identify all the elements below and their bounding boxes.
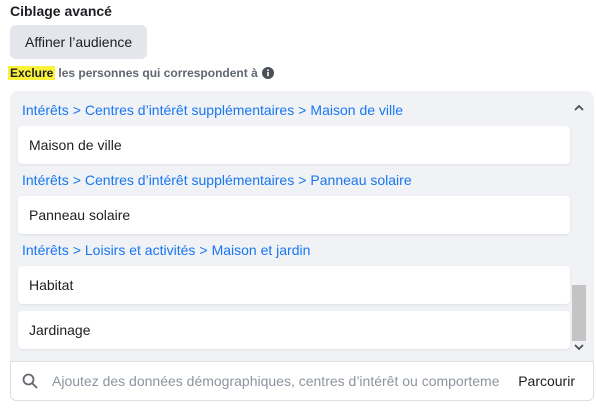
section-title: Ciblage avancé [10, 3, 112, 19]
exclude-label-row: Exclure les personnes qui correspondent … [8, 66, 274, 80]
info-icon[interactable] [261, 67, 274, 79]
excluded-targeting-list: Intérêts > Centres d’intérêt supplémenta… [10, 91, 594, 361]
path-segment[interactable]: Loisirs et activités [85, 242, 195, 258]
browse-button[interactable]: Parcourir [512, 372, 581, 390]
exclude-keyword: Exclure [8, 66, 56, 80]
targeting-item[interactable]: Jardinage [18, 311, 570, 349]
chevron-up-icon[interactable] [574, 103, 584, 111]
search-icon [22, 373, 38, 389]
path-segment[interactable]: Intérêts [22, 242, 69, 258]
exclude-description: les personnes qui correspondent à [58, 66, 258, 80]
targeting-item[interactable]: Maison de ville [18, 126, 570, 164]
path-segment[interactable]: Maison de ville [310, 102, 403, 118]
targeting-path: Intérêts > Loisirs et activités > Maison… [22, 242, 311, 258]
path-segment[interactable]: Intérêts [22, 102, 69, 118]
refine-audience-button[interactable]: Affiner l’audience [10, 25, 148, 59]
targeting-item[interactable]: Panneau solaire [18, 196, 570, 234]
search-bar: Parcourir [10, 361, 594, 401]
path-segment[interactable]: Intérêts [22, 172, 69, 188]
path-segment[interactable]: Centres d’intérêt supplémentaires [85, 172, 294, 188]
path-segment[interactable]: Panneau solaire [310, 172, 411, 188]
targeting-path: Intérêts > Centres d’intérêt supplémenta… [22, 172, 412, 188]
search-input[interactable] [50, 372, 503, 390]
targeting-path: Intérêts > Centres d’intérêt supplémenta… [22, 102, 404, 118]
scrollbar-thumb[interactable] [572, 285, 586, 341]
targeting-item[interactable]: Habitat [18, 266, 570, 304]
chevron-down-icon[interactable] [574, 343, 584, 351]
path-segment[interactable]: Centres d’intérêt supplémentaires [85, 102, 294, 118]
path-segment[interactable]: Maison et jardin [212, 242, 311, 258]
